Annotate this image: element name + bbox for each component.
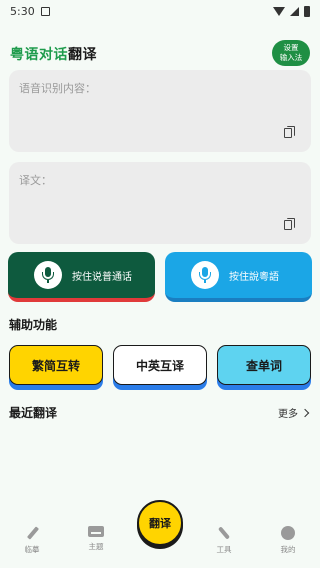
copy-icon[interactable] [284, 126, 295, 138]
app-title-part1: 粤语对话 [10, 47, 68, 63]
translation-text-box[interactable]: 译文： [9, 162, 311, 244]
nav-label: 临摹 [24, 545, 40, 554]
microphone-icon [34, 261, 62, 289]
ime-label-line1: 设置 [283, 43, 299, 52]
status-time: 5:30 [10, 4, 35, 18]
translate-tab-button[interactable]: 翻译 [137, 500, 183, 546]
recognition-text-box[interactable]: 语音识别内容： [9, 70, 311, 152]
translation-placeholder: 译文： [19, 174, 52, 187]
copy-icon[interactable] [284, 218, 295, 230]
wrench-icon [217, 526, 231, 540]
input-method-settings-button[interactable]: 设置 输入法 [272, 40, 310, 66]
nav-label: 工具 [216, 545, 232, 554]
mandarin-button-label: 按住说普通话 [72, 271, 132, 283]
keyboard-icon [88, 526, 104, 537]
recognition-placeholder: 语音识别内容： [19, 82, 96, 95]
battery-icon [304, 5, 310, 17]
status-bar: 5:30 [0, 0, 320, 22]
nav-item-copy[interactable]: 临摹 [2, 526, 62, 555]
nav-label: 主题 [88, 542, 104, 551]
nav-item-theme[interactable]: 主题 [66, 526, 126, 552]
traditional-simplified-convert-button[interactable]: 繁简互转 [9, 345, 103, 385]
chevron-right-icon [300, 408, 310, 417]
nav-item-profile[interactable]: 我的 [258, 526, 318, 555]
wifi-icon [273, 6, 285, 16]
nav-item-tools[interactable]: 工具 [194, 526, 254, 555]
nav-label: 我的 [280, 545, 296, 554]
hold-speak-mandarin-button[interactable]: 按住说普通话 [8, 252, 155, 302]
signal-icon [290, 6, 299, 16]
pen-icon [26, 526, 40, 540]
more-link[interactable]: 更多 [278, 405, 310, 420]
chinese-english-translate-button[interactable]: 中英互译 [113, 345, 207, 385]
word-lookup-button[interactable]: 查单词 [217, 345, 311, 385]
cantonese-button-label: 按住說粵語 [229, 271, 279, 283]
recent-section-title: 最近翻译 [9, 406, 58, 420]
header: 粤语对话翻译 设置 输入法 [8, 38, 312, 68]
tools-section-title: 辅助功能 [9, 318, 58, 332]
notification-icon [40, 6, 50, 16]
app-title: 粤语对话翻译 [10, 44, 97, 64]
profile-icon [281, 526, 295, 540]
microphone-icon [191, 261, 219, 289]
hold-speak-cantonese-button[interactable]: 按住說粵語 [165, 252, 312, 302]
more-label: 更多 [278, 409, 298, 420]
app-title-part2: 翻译 [68, 47, 97, 63]
ime-label-line2: 输入法 [279, 53, 303, 62]
